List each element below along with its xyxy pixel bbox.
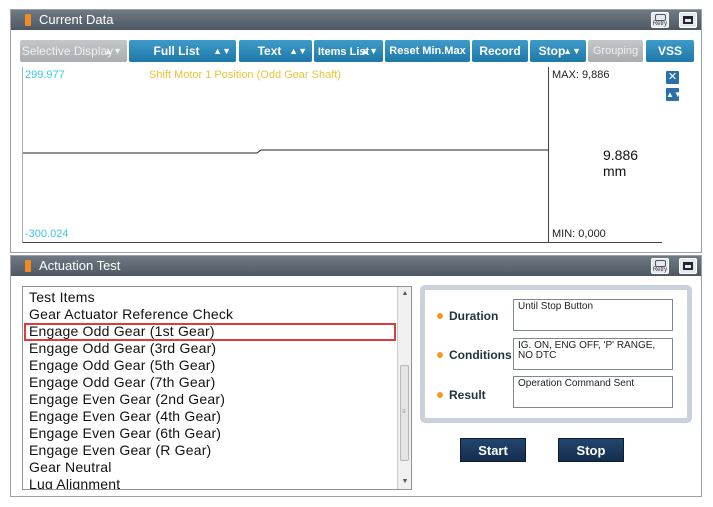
list-item[interactable]: Engage Even Gear (2nd Gear) (29, 391, 225, 408)
scroll-down-icon[interactable]: ▼ (398, 475, 411, 489)
actuation-test-title: Actuation Test (39, 258, 121, 273)
title-accent-icon (25, 14, 31, 26)
updown-icon: ▲▼ (289, 46, 307, 56)
stop-button[interactable]: Stop (558, 438, 624, 462)
bullet-icon (437, 392, 443, 398)
grouping-button[interactable]: Grouping (588, 40, 643, 62)
reorder-icon[interactable]: ▲▼ (666, 88, 682, 101)
record-button[interactable]: Record (472, 40, 528, 62)
list-item[interactable]: Gear Actuator Reference Check (29, 306, 233, 323)
title-accent-icon (25, 260, 31, 272)
conditions-value: IG. ON, ENG OFF, 'P' RANGE, NO DTC (513, 338, 673, 370)
graph-plot-area: 299.977 -300.024 Shift Motor 1 Position … (23, 67, 549, 242)
list-item[interactable]: Lug Alignment (29, 476, 120, 489)
retry-icon[interactable]: Retry (651, 258, 669, 274)
series-name: Shift Motor 1 Position (Odd Gear Shaft) (149, 69, 341, 81)
start-button[interactable]: Start (460, 438, 526, 462)
duration-label: Duration (449, 309, 499, 323)
items-list-button[interactable]: Items List ▲▼ (314, 40, 383, 62)
close-icon[interactable]: ✕ (666, 71, 679, 84)
stop-toggle-button[interactable]: Stop ▲▼ (530, 40, 586, 62)
result-label: Result (449, 388, 486, 402)
list-item[interactable]: Gear Neutral (29, 459, 112, 476)
list-item[interactable]: Engage Even Gear (6th Gear) (29, 425, 221, 442)
vss-button[interactable]: VSS (646, 40, 694, 62)
list-item[interactable]: Engage Odd Gear (5th Gear) (29, 357, 216, 374)
selective-display-button[interactable]: Selective Display ▲▼ (20, 40, 127, 62)
list-item[interactable]: Engage Odd Gear (1st Gear) (29, 323, 215, 340)
data-graph: 299.977 -300.024 Shift Motor 1 Position … (22, 67, 662, 243)
min-label: MIN: 0,000 (552, 228, 606, 240)
scroll-thumb[interactable]: ≡ (400, 365, 409, 461)
maximize-icon[interactable] (679, 12, 697, 28)
reset-min-max-button[interactable]: Reset Min.Max (385, 40, 470, 62)
updown-icon: ▲▼ (213, 46, 231, 56)
conditions-label: Conditions (449, 348, 512, 362)
test-items-list[interactable]: Test Items Gear Actuator Reference Check… (22, 286, 412, 490)
list-item[interactable]: Engage Odd Gear (7th Gear) (29, 374, 216, 391)
list-item[interactable]: Engage Even Gear (4th Gear) (29, 408, 221, 425)
y-axis-min: -300.024 (25, 228, 69, 240)
scroll-up-icon[interactable]: ▲ (398, 287, 411, 301)
retry-icon[interactable]: Retry (651, 12, 669, 28)
max-label: MAX: 9,886 (552, 69, 610, 81)
graph-line (23, 149, 549, 154)
bullet-icon (437, 313, 443, 319)
list-header: Test Items (29, 289, 95, 305)
actuation-test-titlebar: Actuation Test Retry (11, 256, 701, 276)
duration-value: Until Stop Button (513, 299, 673, 331)
maximize-icon[interactable] (679, 258, 697, 274)
updown-icon: ▲▼ (360, 46, 378, 56)
text-button[interactable]: Text ▲▼ (239, 40, 312, 62)
test-info-panel: Duration Until Stop Button Conditions IG… (420, 285, 692, 423)
current-data-titlebar: Current Data Retry (11, 10, 701, 30)
y-axis-max: 299.977 (25, 69, 65, 81)
result-value: Operation Command Sent (513, 376, 673, 408)
list-scrollbar[interactable]: ▲ ≡ ▼ (397, 287, 411, 489)
list-item[interactable]: Engage Odd Gear (3rd Gear) (29, 340, 216, 357)
full-list-button[interactable]: Full List ▲▼ (129, 40, 236, 62)
current-data-title: Current Data (39, 12, 114, 27)
list-item[interactable]: Engage Even Gear (R Gear) (29, 442, 211, 459)
bullet-icon (437, 352, 443, 358)
current-value: 9.886 mm (603, 147, 639, 179)
updown-icon: ▲▼ (563, 46, 581, 56)
updown-icon: ▲▼ (104, 46, 122, 56)
